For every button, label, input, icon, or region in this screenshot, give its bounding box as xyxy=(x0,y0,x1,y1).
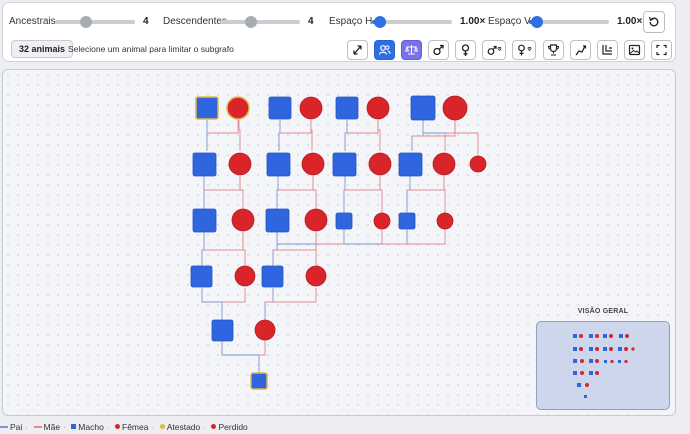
ancestors-label: Ancestrais xyxy=(9,16,56,27)
legend: Pai · Mãe · Macho · Fêmea · Atestado · Perdid… xyxy=(0,421,248,433)
balance-toggle-button[interactable] xyxy=(401,40,422,60)
legend-sire: Pai xyxy=(10,421,23,432)
animal-node-female[interactable] xyxy=(436,212,454,230)
animal-node-female[interactable] xyxy=(299,96,323,120)
people-icon xyxy=(378,45,391,55)
animal-node-female[interactable] xyxy=(373,212,391,230)
export-image-button[interactable] xyxy=(624,40,645,60)
fullscreen-icon xyxy=(656,44,667,56)
slider-row: Ancestrais 4 Descendentes 4 Espaço H 1.0… xyxy=(3,3,675,37)
animal-node-female[interactable] xyxy=(305,265,327,287)
legend-lost: Perdido xyxy=(218,421,248,432)
selection-hint: Selecione um animal para limitar o subgr… xyxy=(68,44,234,54)
minimap[interactable] xyxy=(536,321,670,410)
animal-node-male[interactable] xyxy=(211,319,234,342)
spacing-h-value: 1.00× xyxy=(460,16,486,27)
spacing-h-slider[interactable] xyxy=(372,16,452,28)
animal-node-female[interactable] xyxy=(432,152,456,176)
female-heart-button[interactable] xyxy=(512,40,536,60)
animal-node-female[interactable] xyxy=(366,96,390,120)
descendants-value: 4 xyxy=(308,16,314,27)
animal-node-male[interactable] xyxy=(268,96,292,120)
certified-dot-swatch xyxy=(159,424,165,430)
animal-count-badge: 32 animais xyxy=(11,40,74,58)
image-icon xyxy=(628,44,641,56)
female-icon xyxy=(461,44,470,56)
male-filter-button[interactable] xyxy=(428,40,449,60)
male-icon xyxy=(433,44,444,56)
animal-node-male[interactable] xyxy=(195,96,219,120)
toolbar: Ancestrais 4 Descendentes 4 Espaço H 1.0… xyxy=(2,2,676,62)
minimap-title: VISÃO GERAL xyxy=(577,308,629,315)
legend-dam: Mãe xyxy=(43,421,61,432)
spacing-v-label: Espaço V xyxy=(488,16,531,27)
animal-node-female[interactable] xyxy=(231,208,255,232)
people-toggle-button[interactable] xyxy=(374,40,395,60)
animal-node-male[interactable] xyxy=(335,96,359,120)
spacing-v-slider[interactable] xyxy=(529,16,609,28)
animal-node-female[interactable] xyxy=(226,96,250,120)
route-button[interactable] xyxy=(570,40,591,60)
ancestors-value: 4 xyxy=(143,16,149,27)
legend-male: Macho xyxy=(78,421,104,432)
fit-icon xyxy=(353,45,362,55)
trophy-icon xyxy=(547,44,560,56)
animal-node-male[interactable] xyxy=(261,265,284,288)
animal-node-male[interactable] xyxy=(192,152,217,177)
animal-node-female[interactable] xyxy=(234,265,256,287)
spacing-v-slider-thumb[interactable] xyxy=(531,16,543,28)
layout-button[interactable] xyxy=(597,40,618,60)
dam-line-swatch xyxy=(33,425,42,428)
minimap-graph xyxy=(573,334,635,398)
sire-line-swatch xyxy=(0,425,8,428)
animal-node-male[interactable] xyxy=(410,95,436,121)
male-heart-button[interactable] xyxy=(482,40,506,60)
flag-icon xyxy=(575,45,587,56)
animal-node-female[interactable] xyxy=(304,208,328,232)
female-filter-icon xyxy=(518,44,532,56)
pedigree-nodes[interactable] xyxy=(190,95,487,390)
animal-node-male[interactable] xyxy=(398,152,423,177)
animal-node-male[interactable] xyxy=(190,265,213,288)
fit-view-button[interactable] xyxy=(347,40,368,60)
descendants-label: Descendentes xyxy=(163,16,227,27)
animal-node-male[interactable] xyxy=(332,152,357,177)
male-filter-icon xyxy=(487,45,502,55)
layout-icon xyxy=(602,45,612,55)
reset-button[interactable] xyxy=(643,11,665,33)
animal-node-female[interactable] xyxy=(228,152,252,176)
descendants-slider[interactable] xyxy=(220,16,300,28)
female-dot-swatch xyxy=(115,424,121,430)
spacing-v-value: 1.00× xyxy=(617,16,643,27)
female-filter-button[interactable] xyxy=(455,40,476,60)
fullscreen-button[interactable] xyxy=(651,40,672,60)
animal-node-female[interactable] xyxy=(469,155,487,173)
animal-node-female[interactable] xyxy=(442,95,468,121)
animal-node-selected[interactable] xyxy=(250,372,268,390)
male-square-swatch xyxy=(71,424,77,430)
spacing-h-slider-thumb[interactable] xyxy=(374,16,386,28)
animal-node-female[interactable] xyxy=(301,152,325,176)
animal-node-male[interactable] xyxy=(335,212,353,230)
pedigree-canvas[interactable]: VISÃO GERAL xyxy=(2,69,676,416)
balance-icon xyxy=(405,45,418,55)
trophy-button[interactable] xyxy=(543,40,564,60)
animal-node-female[interactable] xyxy=(254,319,276,341)
ancestors-slider[interactable] xyxy=(55,16,135,28)
ancestors-slider-thumb[interactable] xyxy=(80,16,92,28)
animal-node-male[interactable] xyxy=(265,208,290,233)
animal-node-male[interactable] xyxy=(192,208,217,233)
legend-certified: Atestado xyxy=(166,421,201,432)
legend-female: Fêmea xyxy=(122,421,149,432)
animal-node-female[interactable] xyxy=(368,152,392,176)
lost-dot-swatch xyxy=(211,424,217,430)
descendants-slider-thumb[interactable] xyxy=(245,16,257,28)
reset-icon xyxy=(649,17,659,27)
animal-node-male[interactable] xyxy=(266,152,291,177)
spacing-h-label: Espaço H xyxy=(329,16,373,27)
animal-node-male[interactable] xyxy=(398,212,416,230)
